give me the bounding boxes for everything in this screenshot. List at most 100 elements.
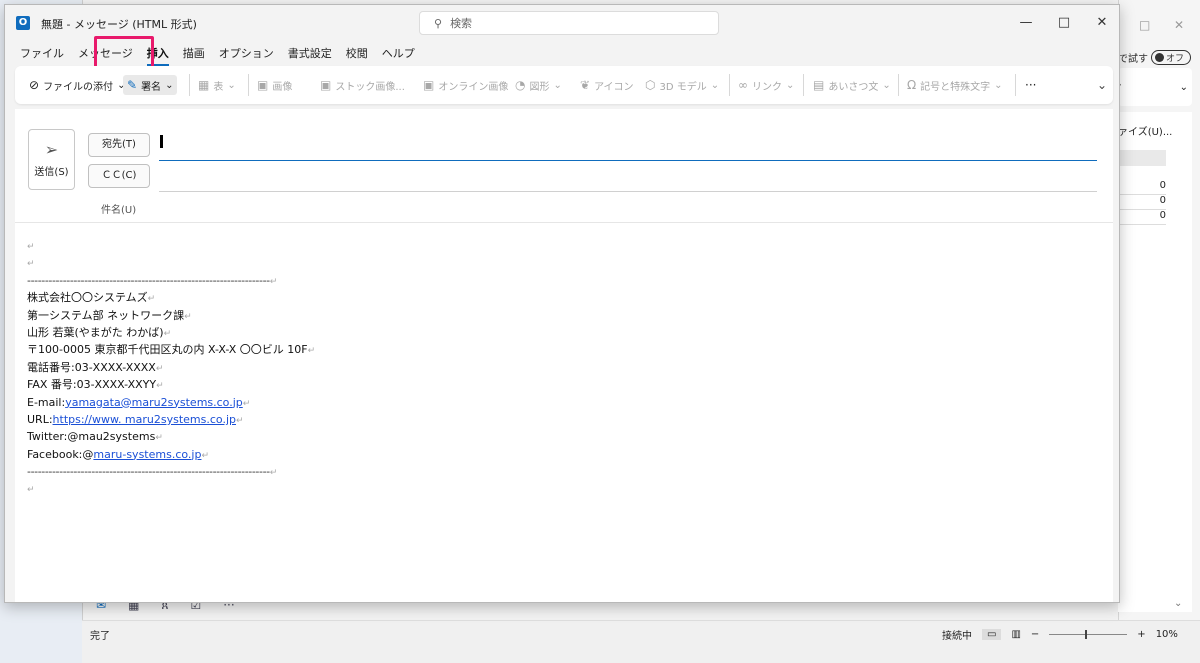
attach-file-label: ファイルの添付	[43, 81, 114, 93]
message-body[interactable]: ↵ ↵ ------------------------------------…	[27, 237, 315, 498]
tab-help[interactable]: ヘルプ	[375, 45, 422, 65]
ribbon-separator	[898, 74, 899, 96]
facebook-link[interactable]: maru-systems.co.jp	[93, 448, 201, 461]
window-title: 無題 - メッセージ (HTML 形式)	[41, 18, 197, 31]
zoom-slider[interactable]	[1049, 630, 1128, 639]
compose-window: O 無題 - メッセージ (HTML 形式) ⚲ 検索 — □ ✕ ファイル メ…	[4, 4, 1120, 603]
background-maximize-icon[interactable]: □	[1139, 18, 1150, 32]
tab-file[interactable]: ファイル	[13, 45, 71, 65]
chevron-down-icon[interactable]: ⌄	[1180, 82, 1188, 93]
greeting-label: あいさつ文	[828, 81, 879, 93]
menu-bar: ファイル メッセージ 挿入 描画 オプション 書式設定 校閲 ヘルプ	[5, 45, 422, 66]
3d-models-label: 3D モデル	[659, 81, 707, 93]
tab-draw[interactable]: 描画	[176, 45, 212, 65]
ribbon-expand-icon[interactable]: ⌄	[1097, 78, 1107, 92]
more-commands-button[interactable]: ···	[1025, 75, 1036, 95]
icons-button[interactable]: ❦ アイコン	[580, 75, 634, 95]
paragraph-mark: ↵	[184, 311, 192, 322]
ribbon-separator	[803, 74, 804, 96]
body-line: URL:https://www. maru2systems.co.jp↵	[27, 411, 315, 428]
stats-value: 0	[1118, 180, 1166, 195]
paragraph-mark: ↵	[201, 450, 209, 461]
zoom-in-button[interactable]: +	[1137, 629, 1145, 640]
signature-twitter: Twitter:@mau2systems	[27, 430, 156, 444]
zoom-level[interactable]: 10%	[1156, 629, 1178, 640]
zoom-slider-thumb[interactable]	[1085, 630, 1088, 639]
paragraph-mark: ↵	[147, 294, 156, 305]
table-label: 表	[213, 81, 224, 93]
stock-images-label: ストック画像...	[335, 81, 405, 93]
ribbon-separator	[729, 74, 730, 96]
text-caret	[160, 135, 163, 148]
scroll-down-icon[interactable]: ⌄	[1174, 598, 1182, 609]
symbols-button[interactable]: Ω 記号と特殊文字 ⌄	[907, 75, 1003, 95]
signature-department: 第一システム部 ネットワーク課	[27, 308, 185, 322]
paragraph-mark: ↵	[27, 485, 35, 496]
omega-icon: Ω	[907, 78, 917, 92]
greeting-button[interactable]: ▤ あいさつ文 ⌄	[813, 75, 891, 95]
symbols-label: 記号と特殊文字	[920, 81, 991, 93]
signature-icon: ✎	[127, 78, 138, 92]
shapes-button[interactable]: ◔ 図形 ⌄	[515, 75, 562, 95]
chevron-down-icon: ⌄	[786, 79, 795, 91]
compose-editor: ➢ 送信(S) 宛先(T) ＣＣ(C) 件名(U) ↵ ↵ ----------…	[15, 109, 1113, 602]
background-size-label[interactable]: ァイズ(U)...	[1118, 123, 1172, 138]
stock-images-button[interactable]: ▣ ストック画像...	[320, 75, 405, 95]
3d-models-button[interactable]: ⬡ 3D モデル ⌄	[645, 75, 719, 95]
connection-status: 接続中	[942, 631, 972, 642]
chevron-down-icon: ⌄	[994, 79, 1003, 91]
table-icon: ▦	[198, 78, 210, 92]
url-link[interactable]: https://www. maru2systems.co.jp	[53, 413, 236, 426]
normal-view-icon[interactable]: ▭	[982, 629, 1002, 640]
body-line: 山形 若葉(やまがた わかば)↵	[27, 324, 315, 341]
tab-format-text[interactable]: 書式設定	[281, 45, 339, 65]
to-field[interactable]	[159, 160, 1097, 161]
table-button[interactable]: ▦ 表 ⌄	[198, 75, 236, 95]
paragraph-mark: ↵	[307, 346, 316, 357]
tab-review[interactable]: 校閲	[339, 45, 375, 65]
body-line: Facebook:@maru-systems.co.jp↵	[27, 446, 315, 463]
stats-header-bar	[1118, 150, 1166, 166]
body-line: E-mail:yamagata@maru2systems.co.jp↵	[27, 394, 315, 411]
stock-image-icon: ▣	[320, 78, 332, 92]
cc-button[interactable]: ＣＣ(C)	[88, 164, 150, 188]
reading-view-icon[interactable]: ▥	[1011, 629, 1020, 640]
facebook-label: Facebook:@	[27, 447, 94, 461]
close-button[interactable]: ✕	[1092, 15, 1112, 30]
url-label: URL:	[27, 412, 53, 426]
background-trial-toggle[interactable]: で試す オフ	[1118, 50, 1200, 65]
paragraph-mark: ↵	[269, 468, 278, 479]
link-button[interactable]: ∞ リンク ⌄	[738, 75, 794, 95]
online-pictures-button[interactable]: ▣ オンライン画像	[423, 75, 508, 95]
body-line: ↵	[27, 254, 315, 271]
toggle-switch[interactable]: オフ	[1151, 50, 1191, 65]
header-separator	[15, 222, 1113, 223]
status-text: 完了	[90, 631, 110, 642]
signature-rule-top: ----------------------------------------…	[27, 273, 270, 287]
cc-field[interactable]	[159, 191, 1097, 192]
signature-rule-bottom: ----------------------------------------…	[27, 465, 270, 479]
paragraph-mark: ↵	[27, 259, 35, 270]
pictures-button[interactable]: ▣ 画像	[257, 75, 292, 95]
body-line: FAX 番号:03-XXXX-XXYY↵	[27, 376, 315, 393]
ribbon-separator	[1015, 74, 1016, 96]
icons-icon: ❦	[580, 78, 591, 92]
paragraph-mark: ↵	[242, 398, 251, 409]
maximize-button[interactable]: □	[1054, 15, 1074, 30]
email-link[interactable]: yamagata@maru2systems.co.jp	[65, 396, 243, 409]
background-status-bar: 完了 接続中 ▭ ▥ − + 10%	[82, 620, 1200, 663]
signature-name: 山形 若葉(やまがた わかば)	[27, 325, 164, 339]
background-close-icon[interactable]: ✕	[1174, 18, 1184, 32]
attach-file-button[interactable]: ⊘ ファイルの添付 ⌄	[29, 75, 125, 95]
minimize-button[interactable]: —	[1016, 15, 1036, 30]
tab-options[interactable]: オプション	[212, 45, 281, 65]
send-button[interactable]: ➢ 送信(S)	[28, 129, 75, 190]
zoom-out-button[interactable]: −	[1031, 629, 1039, 640]
shapes-icon: ◔	[515, 78, 526, 92]
stats-value: 0	[1118, 195, 1166, 210]
search-box[interactable]: ⚲ 検索	[419, 11, 719, 35]
to-button[interactable]: 宛先(T)	[88, 133, 150, 157]
body-line: 〒100-0005 東京都千代田区丸の内 X-X-X 〇〇ビル 10F↵	[27, 341, 315, 358]
signature-button[interactable]: ✎ 署名 ⌄	[123, 75, 178, 95]
trial-label: で試す	[1118, 54, 1148, 65]
